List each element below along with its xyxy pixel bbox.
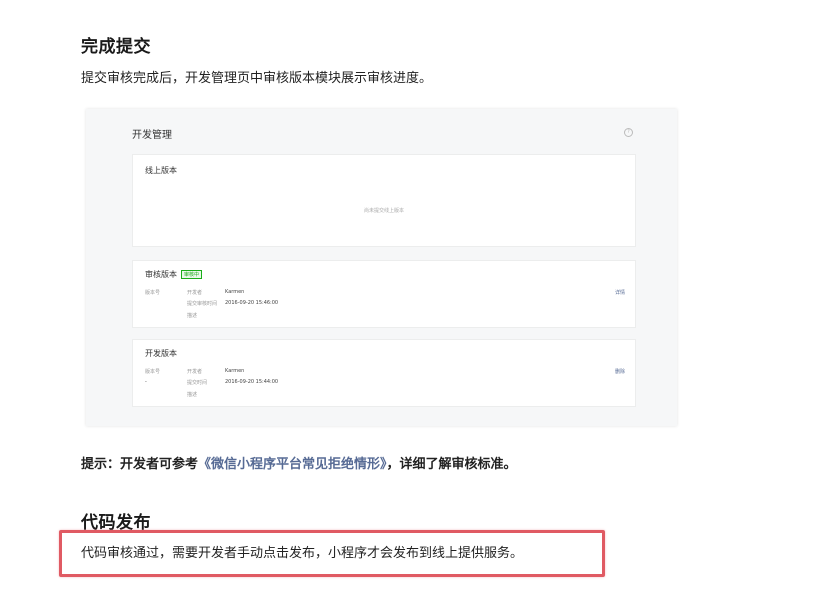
- dev-version-title: 开发版本: [145, 349, 177, 358]
- reject-cases-link[interactable]: 《微信小程序平台常见拒绝情形》: [198, 457, 387, 472]
- review-detail-link[interactable]: 详情: [615, 289, 625, 296]
- dev-management-screenshot: 开发管理 ? 线上版本 尚未提交线上版本 审核版本 审核中 版本号 开发者 Kar…: [86, 109, 677, 426]
- section-heading-submit: 完成提交: [81, 37, 151, 57]
- review-desc-label: 描述: [187, 313, 198, 319]
- tip-paragraph: 提示：开发者可参考《微信小程序平台常见拒绝情形》，详细了解审核标准。: [81, 453, 517, 472]
- review-version-card: 审核版本 审核中 版本号 开发者 Karmen 提交审核时间 2016-09-20…: [132, 260, 636, 328]
- online-version-title: 线上版本: [145, 166, 177, 175]
- tip-prefix: 提示：开发者可参考: [81, 457, 199, 472]
- review-time-value: 2016-09-20 15:46:00: [225, 300, 279, 306]
- screenshot-title: 开发管理: [132, 130, 172, 141]
- section-text-submit: 提交审核完成后，开发管理页中审核版本模块展示审核进度。: [81, 71, 433, 86]
- dev-time-value: 2016-09-20 15:44:00: [225, 379, 279, 385]
- dev-developer-label: 开发者: [187, 369, 203, 375]
- dev-developer-value: Karmen: [225, 368, 245, 374]
- tip-suffix: ，详细了解审核标准。: [386, 457, 517, 472]
- dev-delete-link[interactable]: 删除: [615, 368, 625, 375]
- status-badge: 审核中: [181, 270, 203, 279]
- dev-version-card: 开发版本 版本号 - 开发者 Karmen 提交时间 2016-09-20 15…: [132, 339, 636, 407]
- review-developer-value: Karmen: [225, 289, 245, 295]
- dev-version-number-value: -: [145, 379, 147, 385]
- review-developer-label: 开发者: [187, 290, 203, 296]
- online-version-empty-text: 尚未提交线上版本: [363, 208, 404, 214]
- question-circle-icon: ?: [624, 128, 633, 137]
- dev-version-number-label: 版本号: [145, 369, 161, 375]
- dev-desc-label: 描述: [187, 392, 198, 398]
- review-time-label: 提交审核时间: [187, 301, 218, 307]
- section-text-release: 代码审核通过，需要开发者手动点击发布，小程序才会发布到线上提供服务。: [81, 546, 524, 561]
- review-version-number-label: 版本号: [145, 290, 161, 296]
- document-page: 完成提交 提交审核完成后，开发管理页中审核版本模块展示审核进度。 开发管理 ? …: [0, 0, 827, 589]
- dev-time-label: 提交时间: [187, 380, 208, 386]
- review-version-header: 审核版本 审核中: [145, 269, 203, 280]
- online-version-card: 线上版本 尚未提交线上版本: [132, 154, 636, 247]
- review-version-title: 审核版本: [145, 270, 177, 279]
